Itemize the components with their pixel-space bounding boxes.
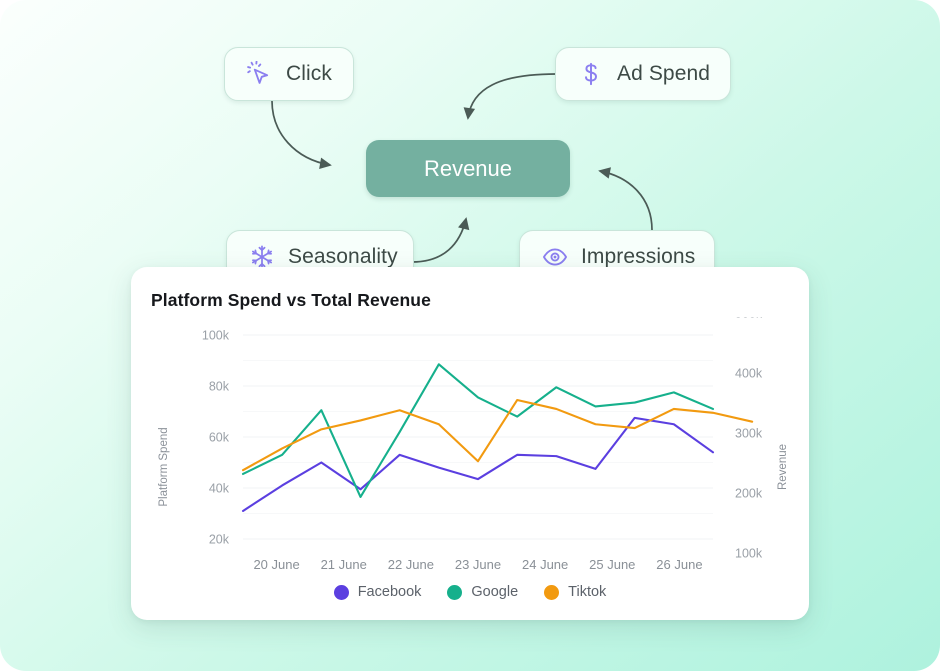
legend-label: Facebook — [357, 584, 422, 600]
diagram-node-ad-spend[interactable]: Ad Spend — [555, 47, 731, 101]
legend-swatch-icon — [447, 584, 463, 600]
secondary-y-axis-title: Revenue — [777, 444, 789, 490]
diagram-node-label: Revenue — [423, 155, 513, 181]
legend-label: Google — [471, 584, 519, 600]
diagram-node-label: Ad Spend — [617, 62, 711, 85]
svg-text:300k: 300k — [735, 427, 763, 441]
secondary-y-axis-ticks: 100k 200k 300k 400k 500k — [735, 317, 763, 561]
svg-text:40k: 40k — [209, 482, 230, 496]
x-axis-ticks: 20 June 21 June 22 June 23 June 24 June 25 Ju… — [253, 557, 702, 572]
svg-text:25 June: 25 June — [589, 557, 635, 572]
svg-text:200k: 200k — [735, 487, 763, 501]
svg-text:24 June: 24 June — [522, 557, 568, 572]
svg-text:21 June: 21 June — [321, 557, 367, 572]
dollar-icon — [585, 62, 597, 86]
diagram-node-revenue[interactable]: Revenue — [366, 140, 570, 197]
y-axis-title: Platform Spend — [158, 427, 170, 506]
legend-swatch-icon — [333, 584, 349, 600]
legend-item[interactable]: Facebook — [333, 584, 422, 600]
chart-title: Platform Spend vs Total Revenue — [151, 290, 431, 310]
chart-legend: Facebook Google Tiktok — [131, 584, 809, 600]
svg-text:400k: 400k — [735, 367, 763, 381]
legend-item[interactable]: Tiktok — [544, 584, 606, 600]
svg-text:100k: 100k — [735, 547, 763, 561]
legend-item[interactable]: Google — [447, 584, 518, 600]
legend-swatch-icon — [544, 584, 560, 600]
chart-card: Platform Spend vs Total Revenue 20k 40k 60… — [131, 267, 809, 620]
app-background: Click Ad Spend Seasonality Impressions R… — [0, 0, 940, 671]
svg-text:80k: 80k — [209, 380, 230, 394]
chart-gridlines — [243, 334, 713, 540]
diagram-node-label: Impressions — [581, 245, 696, 268]
cursor-click-icon — [247, 61, 269, 84]
diagram-node-label: Seasonality — [288, 245, 398, 268]
svg-text:22 June: 22 June — [388, 557, 434, 572]
svg-text:100k: 100k — [202, 329, 230, 343]
svg-text:26 June: 26 June — [656, 557, 702, 572]
svg-text:20 June: 20 June — [253, 557, 299, 572]
svg-text:500k: 500k — [735, 317, 763, 321]
diagram-node-click[interactable]: Click — [224, 47, 354, 101]
y-axis-ticks: 20k 40k 60k 80k 100k — [202, 329, 230, 547]
legend-label: Tiktok — [568, 584, 607, 600]
diagram-node-label: Click — [286, 62, 332, 85]
svg-text:23 June: 23 June — [455, 557, 501, 572]
line-chart: 20k 40k 60k 80k 100k 100k 200k 300k 400k 500k 20… — [158, 317, 789, 572]
svg-text:60k: 60k — [209, 431, 230, 445]
svg-text:20k: 20k — [209, 533, 230, 547]
